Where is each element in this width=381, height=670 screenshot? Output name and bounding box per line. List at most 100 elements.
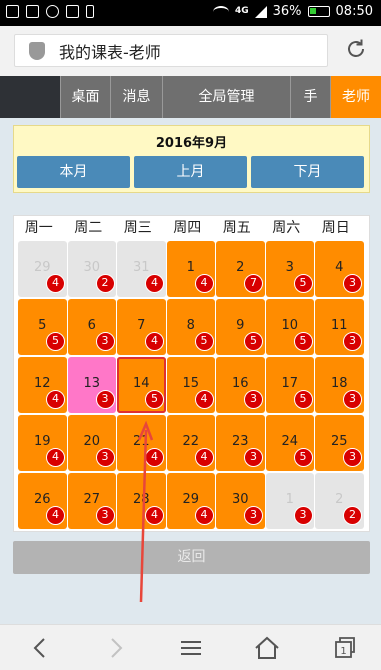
calendar-day[interactable]: 19 4 [18,415,67,471]
class-count-badge: 4 [46,448,65,467]
weekday-label: 周六 [272,220,301,236]
class-count-badge: 4 [145,448,164,467]
clock: 08:50 [335,4,373,19]
weekday-label: 周三 [123,220,152,236]
calendar-day[interactable]: 43 [315,241,364,297]
browser-address-bar: 我的课表-老师 [0,26,381,76]
calendar-day[interactable]: 13 3 [67,357,116,413]
day-number: 22 [182,434,200,449]
class-count-badge: 3 [293,506,313,525]
calendar-day[interactable]: 21 4 [117,415,166,471]
day-number: 29 [182,492,200,507]
class-count-badge: 5 [244,332,263,351]
top-nav: 桌面 消息 全局管理 手 老师 [0,76,381,118]
calendar: 周一 周二 周三 周四 周五 周六 周日 29 4 30 2 31 4 1 4 2 7 3 5 4 3 5 5… [13,215,370,532]
calendar-day[interactable]: 20 3 [67,415,116,471]
calendar-day[interactable]: 95 [216,299,265,355]
calendar-day[interactable]: 29 4 [166,473,215,529]
menu-icon[interactable] [176,633,206,663]
class-count-badge: 2 [95,274,115,293]
day-number: 27 [83,492,101,507]
calendar-day[interactable]: 27 [216,241,265,297]
forward-arrow-icon[interactable] [101,633,131,663]
weekday-header: 周一 周二 周三 周四 周五 周六 周日 [14,216,369,241]
month-selector: 2016年9月 本月 上月 下月 [13,125,370,193]
weekday-label: 周四 [173,220,202,236]
this-month-button[interactable]: 本月 [17,156,130,188]
clipboard-icon [66,5,79,18]
calendar-day[interactable]: 18 3 [315,357,364,413]
calendar-day[interactable]: 30 2 [67,241,116,297]
class-count-badge: 4 [194,274,214,293]
prev-month-button[interactable]: 上月 [134,156,247,188]
class-count-badge: 3 [95,332,115,351]
class-count-badge: 4 [145,274,164,293]
battery-icon [307,6,330,17]
class-count-badge: 3 [244,506,263,525]
calendar-day[interactable]: 23 3 [216,415,265,471]
calendar-day[interactable]: 25 3 [315,415,364,471]
back-button[interactable]: 返回 [13,541,370,574]
class-count-badge: 5 [293,332,313,351]
class-count-badge: 3 [244,448,263,467]
page-title: 我的课表-老师 [59,42,161,62]
calendar-day[interactable]: 11 3 [315,299,364,355]
class-count-badge: 5 [46,332,65,351]
day-number: 29 [33,260,51,275]
class-count-badge: 2 [343,506,362,525]
day-number: 8 [186,318,195,333]
calendar-day[interactable]: 14 [166,241,215,297]
calendar-day[interactable]: 17 5 [265,357,314,413]
class-count-badge: 3 [244,390,263,409]
reload-icon[interactable] [345,38,367,60]
nav-tab-desktop[interactable]: 桌面 [61,76,111,118]
home-icon[interactable] [252,633,282,663]
calendar-day[interactable]: 26 4 [18,473,67,529]
calendar-grid: 29 4 30 2 31 4 1 4 2 7 3 5 4 3 5 5 6 3 7 4 8 5 9 5 10 5 11 3 12 4 13 3 1… [18,241,364,529]
weekday-label: 周日 [321,220,350,236]
tabs-icon[interactable]: 1 [328,633,358,663]
calendar-day[interactable]: 27 3 [67,473,116,529]
calendar-day[interactable]: 14 5 [117,357,166,413]
calendar-day[interactable]: 12 4 [18,357,67,413]
calendar-day[interactable]: 29 4 [18,241,67,297]
calendar-day[interactable]: 35 [265,241,314,297]
calendar-day[interactable]: 28 4 [117,473,166,529]
class-count-badge: 3 [343,274,362,293]
calendar-day[interactable]: 22 [315,473,364,529]
calendar-day[interactable]: 16 3 [216,357,265,413]
calendar-day[interactable]: 74 [117,299,166,355]
next-month-button[interactable]: 下月 [251,156,364,188]
calendar-day[interactable]: 63 [67,299,116,355]
sync-icon [46,5,59,18]
day-number: 30 [83,260,101,275]
day-number: 10 [281,318,299,333]
calendar-day[interactable]: 31 4 [117,241,166,297]
nav-tab-teacher[interactable]: 老师 [331,76,381,118]
nav-tab-global-admin[interactable]: 全局管理 [163,76,291,118]
day-number: 26 [33,492,51,507]
weekday-label: 周二 [74,220,103,236]
nav-tab-messages[interactable]: 消息 [111,76,163,118]
day-number: 25 [330,434,348,449]
class-count-badge: 5 [293,274,313,293]
calendar-day[interactable]: 10 5 [265,299,314,355]
calendar-day[interactable]: 85 [166,299,215,355]
back-arrow-icon[interactable] [25,633,55,663]
day-number: 18 [330,376,348,391]
calendar-day[interactable]: 24 5 [265,415,314,471]
calendar-day[interactable]: 30 3 [216,473,265,529]
nav-tab-home[interactable] [0,76,61,118]
class-count-badge: 4 [46,390,65,409]
url-field[interactable]: 我的课表-老师 [14,34,328,67]
calendar-day[interactable]: 15 4 [166,357,215,413]
day-number: 24 [281,434,299,449]
nav-tab-hand[interactable]: 手 [291,76,331,118]
svg-text:1: 1 [340,646,346,657]
calendar-day[interactable]: 22 4 [166,415,215,471]
day-number: 17 [281,376,299,391]
day-number: 31 [132,260,150,275]
day-number: 28 [132,492,150,507]
calendar-day[interactable]: 13 [265,473,314,529]
calendar-day[interactable]: 55 [18,299,67,355]
